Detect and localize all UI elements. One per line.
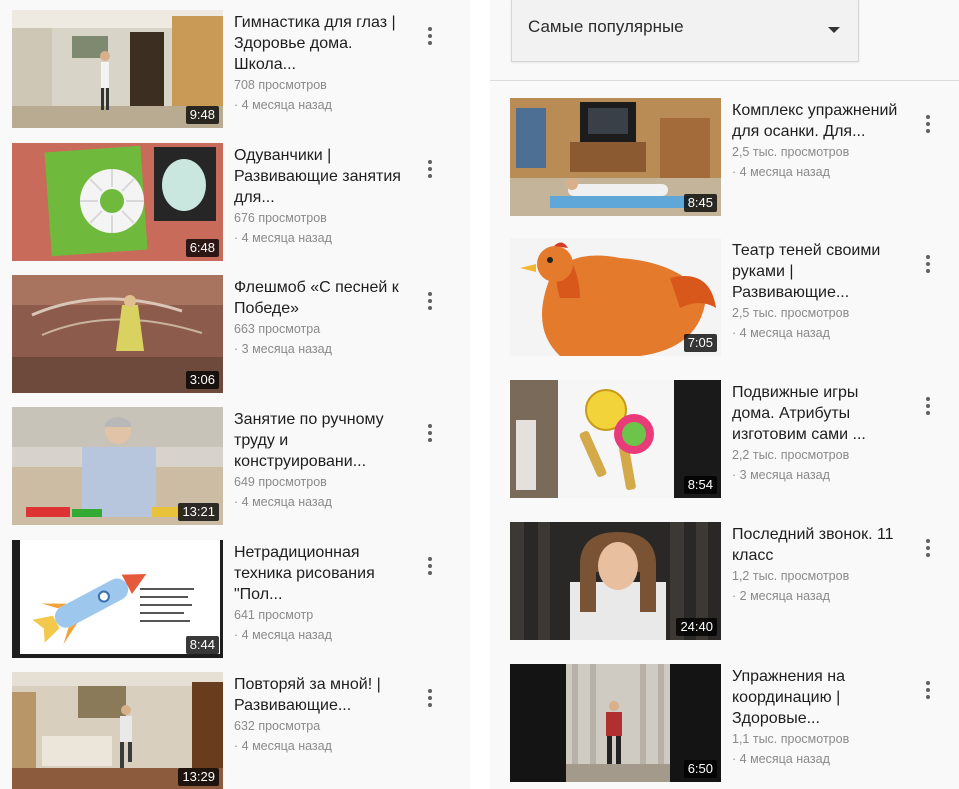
video-age: 2 месяца назад: [732, 586, 902, 606]
video-item[interactable]: 13:29 Повторяй за мной! | Развивающие...…: [0, 672, 470, 789]
video-thumbnail[interactable]: 8:54: [510, 380, 721, 498]
video-views: 1,2 тыс. просмотров: [732, 569, 850, 583]
video-age: 4 месяца назад: [234, 492, 404, 512]
video-list-left: 9:48 Гимнастика для глаз | Здоровье дома…: [0, 0, 470, 789]
video-age: 3 месяца назад: [234, 339, 404, 359]
video-views: 649 просмотров: [234, 475, 327, 489]
video-meta: Повторяй за мной! | Развивающие... 632 п…: [234, 674, 404, 756]
video-meta: Комплекс упражнений для осанки. Для... 2…: [732, 100, 902, 182]
video-item[interactable]: 13:21 Занятие по ручному труду и констру…: [0, 407, 470, 531]
video-item[interactable]: 8:44 Нетрадиционная техника рисования "П…: [0, 540, 470, 664]
video-thumbnail[interactable]: 7:05: [510, 238, 721, 356]
video-title[interactable]: Последний звонок. 11 класс: [732, 524, 902, 566]
video-title[interactable]: Комплекс упражнений для осанки. Для...: [732, 100, 902, 142]
video-title[interactable]: Упражнения на координацию | Здоровые...: [732, 666, 902, 729]
video-duration: 6:50: [683, 760, 717, 778]
video-meta: Театр теней своими руками | Развивающие.…: [732, 240, 902, 343]
video-title[interactable]: Театр теней своими руками | Развивающие.…: [732, 240, 902, 303]
video-age: 4 месяца назад: [234, 95, 404, 115]
video-thumbnail[interactable]: 8:44: [12, 540, 223, 658]
video-duration: 8:45: [683, 194, 717, 212]
more-vert-icon[interactable]: [422, 157, 438, 183]
video-duration: 9:48: [185, 106, 219, 124]
video-thumbnail[interactable]: 6:48: [12, 143, 223, 261]
video-thumbnail[interactable]: 9:48: [12, 10, 223, 128]
video-duration: 3:06: [185, 371, 219, 389]
video-title[interactable]: Флешмоб «С песней к Победе»: [234, 277, 404, 319]
video-duration: 24:40: [676, 618, 717, 636]
video-age: 4 месяца назад: [234, 228, 404, 248]
video-meta: Подвижные игры дома. Атрибуты изготовим …: [732, 382, 902, 485]
video-meta: Упражнения на координацию | Здоровые... …: [732, 666, 902, 769]
video-title[interactable]: Повторяй за мной! | Развивающие...: [234, 674, 404, 716]
video-title[interactable]: Занятие по ручному труду и конструирован…: [234, 409, 404, 472]
video-age: 4 месяца назад: [732, 162, 902, 182]
caret-down-icon: [828, 27, 840, 33]
video-age: 4 месяца назад: [732, 749, 902, 769]
video-views: 641 просмотр: [234, 608, 314, 622]
video-title[interactable]: Нетрадиционная техника рисования "Пол...: [234, 542, 404, 605]
video-item[interactable]: 3:06 Флешмоб «С песней к Победе» 663 про…: [0, 275, 470, 399]
more-vert-icon[interactable]: [422, 24, 438, 50]
video-views: 2,2 тыс. просмотров: [732, 448, 850, 462]
video-item[interactable]: 8:45 Комплекс упражнений для осанки. Для…: [490, 98, 959, 222]
more-vert-icon[interactable]: [920, 394, 936, 420]
video-views: 708 просмотров: [234, 78, 327, 92]
video-duration: 8:54: [683, 476, 717, 494]
sort-dropdown[interactable]: Самые популярные: [511, 0, 859, 62]
video-age: 3 месяца назад: [732, 465, 902, 485]
video-item[interactable]: 7:05 Театр теней своими руками | Развива…: [490, 238, 959, 362]
video-views: 2,5 тыс. просмотров: [732, 145, 850, 159]
video-item[interactable]: 8:54 Подвижные игры дома. Атрибуты изгот…: [490, 380, 959, 504]
video-views: 663 просмотра: [234, 322, 321, 336]
video-views: 1,1 тыс. просмотров: [732, 732, 850, 746]
video-thumbnail[interactable]: 13:21: [12, 407, 223, 525]
video-age: 4 месяца назад: [234, 736, 404, 756]
more-vert-icon[interactable]: [920, 252, 936, 278]
video-age: 4 месяца назад: [234, 625, 404, 645]
video-duration: 7:05: [683, 334, 717, 352]
video-meta: Последний звонок. 11 класс 1,2 тыс. прос…: [732, 524, 902, 606]
video-duration: 8:44: [185, 636, 219, 654]
video-title[interactable]: Одуванчики | Развивающие занятия для...: [234, 145, 404, 208]
video-list-right: Самые популярные 8:45 Комплекс упражнени…: [490, 0, 959, 789]
video-views: 676 просмотров: [234, 211, 327, 225]
video-thumbnail[interactable]: 8:45: [510, 98, 721, 216]
video-thumbnail[interactable]: 24:40: [510, 522, 721, 640]
video-item[interactable]: 6:50 Упражнения на координацию | Здоровы…: [490, 664, 959, 788]
video-meta: Нетрадиционная техника рисования "Пол...…: [234, 542, 404, 645]
video-duration: 13:21: [178, 503, 219, 521]
more-vert-icon[interactable]: [422, 686, 438, 712]
more-vert-icon[interactable]: [920, 678, 936, 704]
sort-label: Самые популярные: [528, 17, 684, 36]
video-duration: 6:48: [185, 239, 219, 257]
video-item[interactable]: 9:48 Гимнастика для глаз | Здоровье дома…: [0, 10, 470, 134]
video-item[interactable]: 24:40 Последний звонок. 11 класс 1,2 тыс…: [490, 522, 959, 646]
video-meta: Одуванчики | Развивающие занятия для... …: [234, 145, 404, 248]
more-vert-icon[interactable]: [920, 112, 936, 138]
video-item[interactable]: 6:48 Одуванчики | Развивающие занятия дл…: [0, 143, 470, 267]
video-meta: Занятие по ручному труду и конструирован…: [234, 409, 404, 512]
video-duration: 13:29: [178, 768, 219, 786]
video-views: 632 просмотра: [234, 719, 321, 733]
video-views: 2,5 тыс. просмотров: [732, 306, 850, 320]
video-title[interactable]: Подвижные игры дома. Атрибуты изготовим …: [732, 382, 902, 445]
more-vert-icon[interactable]: [422, 421, 438, 447]
video-thumbnail[interactable]: 13:29: [12, 672, 223, 789]
more-vert-icon[interactable]: [422, 554, 438, 580]
video-title[interactable]: Гимнастика для глаз | Здоровье дома. Шко…: [234, 12, 404, 75]
video-thumbnail[interactable]: 6:50: [510, 664, 721, 782]
more-vert-icon[interactable]: [422, 289, 438, 315]
video-age: 4 месяца назад: [732, 323, 902, 343]
video-meta: Флешмоб «С песней к Победе» 663 просмотр…: [234, 277, 404, 359]
video-thumbnail[interactable]: 3:06: [12, 275, 223, 393]
more-vert-icon[interactable]: [920, 536, 936, 562]
sort-bar: Самые популярные: [490, 0, 959, 81]
video-meta: Гимнастика для глаз | Здоровье дома. Шко…: [234, 12, 404, 115]
